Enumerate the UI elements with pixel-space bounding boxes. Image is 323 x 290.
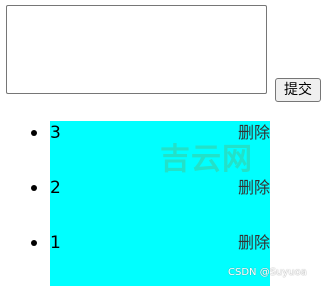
page: 提交 3 删除 2 删除 1 删除 吉云网 CSDN @Suyuoa xyxy=(0,0,323,290)
bullet-icon xyxy=(31,240,37,246)
bullet-icon xyxy=(31,185,37,191)
todo-input[interactable] xyxy=(6,5,267,94)
watermark-logo: 吉云网 xyxy=(160,142,253,177)
delete-button[interactable]: 删除 xyxy=(238,176,270,200)
bullet-icon xyxy=(31,130,37,136)
list-item-text: 1 xyxy=(50,233,61,253)
list-item-text: 2 xyxy=(50,178,61,198)
watermark-credit: CSDN @Suyuoa xyxy=(228,267,307,278)
list-item: 2 删除 xyxy=(31,176,270,231)
submit-button[interactable]: 提交 xyxy=(275,78,321,102)
list-item-text: 3 xyxy=(50,123,61,143)
delete-button[interactable]: 删除 xyxy=(238,231,270,255)
